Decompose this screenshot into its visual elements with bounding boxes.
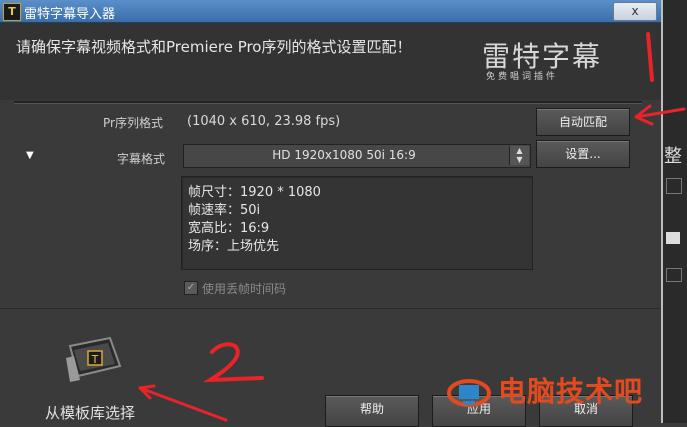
annotation-number-1 xyxy=(646,32,654,82)
watermark-text: 电脑技术吧 xyxy=(498,375,644,408)
annotation-number-2 xyxy=(202,342,264,383)
annotation-overlay xyxy=(138,32,686,422)
watermark-logo-icon xyxy=(447,379,491,407)
annotation-arrow-2 xyxy=(138,386,228,422)
